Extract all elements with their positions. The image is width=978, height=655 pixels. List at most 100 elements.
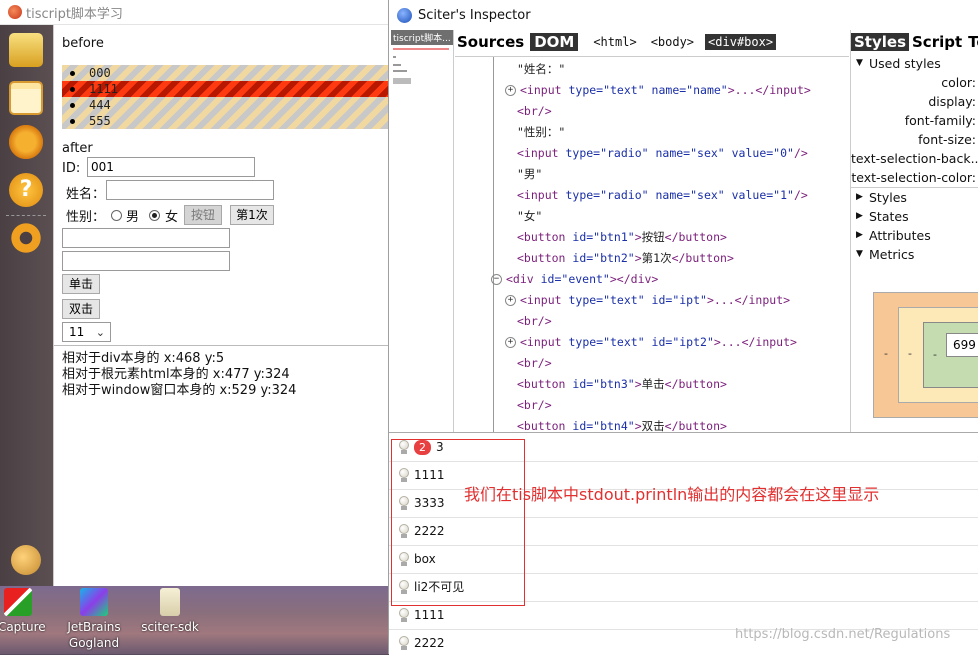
list-item[interactable]: 000 (62, 65, 389, 81)
log-line: 相对于window窗口本身的 x:529 y:324 (62, 383, 297, 398)
app-title-bar: tiscript脚本学习 (0, 0, 388, 25)
dom-node-row[interactable]: − <div id="event"></div> (491, 269, 658, 290)
dom-node-attr: id="event" (540, 272, 610, 286)
dom-node-row[interactable]: + <input type="text" id="ipt2">...</input… (505, 332, 797, 353)
lightbulb-icon (398, 580, 410, 594)
sex-radio-female[interactable] (149, 210, 160, 221)
dom-node-attr: type="text" id="ipt" (568, 293, 707, 307)
triangle-right-icon: ▶ (856, 230, 863, 240)
breadcrumb-html[interactable]: <html> (590, 34, 639, 50)
refresh-icon[interactable] (9, 125, 43, 159)
dom-node-tag: ></div> (609, 272, 659, 286)
gear-icon[interactable] (9, 221, 43, 255)
dom-node-row[interactable]: <button id="btn3">单击</button> (517, 374, 727, 395)
dom-node-row[interactable]: + <input type="text" id="ipt">...</input> (505, 290, 790, 311)
dom-node-attr: type="text" id="ipt2" (568, 335, 714, 349)
desktop-icon-sciter-sdk[interactable]: sciter-sdk (130, 586, 210, 635)
desktop-icon-scapture[interactable]: SCapture (0, 586, 58, 635)
dom-node-attr: id="btn4" (572, 419, 635, 433)
metrics-section[interactable]: ▼ Metrics (851, 245, 978, 264)
console-row[interactable]: box (389, 545, 978, 574)
dom-node-tag: <br/> (517, 356, 552, 370)
content-divider (54, 345, 389, 346)
console-message: 1111 (414, 608, 445, 622)
styles-section[interactable]: ▶ Styles (851, 188, 978, 207)
dom-node-attr: id="btn2" (572, 251, 635, 265)
number-select[interactable]: 11 ⌄ (62, 322, 111, 342)
padding-value: - (933, 348, 937, 361)
dom-node-tag: </button> (664, 419, 727, 433)
states-section[interactable]: ▶ States (851, 207, 978, 226)
expand-icon[interactable]: + (505, 295, 516, 306)
annotation-text: 我们在tis脚本中stdout.println输出的内容都会在这里显示 (464, 485, 880, 504)
dom-node-tag: <input (517, 146, 566, 160)
single-click-button[interactable]: 单击 (62, 274, 100, 294)
list-item-selected[interactable]: 1111 (62, 81, 389, 97)
console-text: 3333 (414, 489, 445, 517)
chevron-down-icon: ⌄ (95, 326, 105, 339)
app-logo-icon (8, 5, 22, 19)
list-item[interactable]: 555 (62, 113, 389, 129)
timer-icon[interactable] (11, 545, 41, 575)
console-text: 2222 (414, 629, 445, 655)
dom-node-tag: <button (517, 230, 573, 244)
attributes-section[interactable]: ▶ Attributes (851, 226, 978, 245)
dom-node-row[interactable]: <button id="btn1">按钮</button> (517, 227, 727, 248)
dom-node-row[interactable]: <button id="btn4">双击</button> (517, 416, 727, 433)
dom-node-tag: /> (793, 188, 808, 202)
style-prop: font-family: (904, 113, 976, 128)
tab-styles[interactable]: Styles (851, 33, 909, 51)
console-row[interactable]: li2不可见 (389, 573, 978, 602)
dom-node-tag: <input (520, 335, 569, 349)
expand-icon[interactable]: + (505, 85, 516, 96)
sciter-logo-icon (397, 7, 412, 23)
console-row[interactable]: 23 (389, 433, 978, 462)
console-message: 2222 (414, 636, 445, 650)
console-row[interactable]: 1111 (389, 601, 978, 630)
ipt2-input[interactable] (62, 251, 230, 271)
dom-node-row[interactable]: "姓名：" (517, 59, 565, 80)
desktop-icon-label: SCapture (0, 620, 46, 634)
ipt-input[interactable] (62, 228, 230, 248)
page-thumbnail[interactable]: tiscript脚本... (391, 30, 454, 432)
dom-node-row[interactable]: + <input type="text" name="name">...</inp… (505, 80, 811, 101)
dom-node-row[interactable]: <br/> (517, 311, 552, 332)
list-item[interactable]: 444 (62, 97, 389, 113)
tab-tests[interactable]: Tes (965, 33, 978, 51)
console-row[interactable]: 2222 (389, 517, 978, 546)
console-message: 3 (436, 440, 444, 454)
double-click-button[interactable]: 双击 (62, 299, 100, 319)
window-icon[interactable] (9, 81, 43, 115)
dom-node-text: 按钮 (641, 230, 665, 244)
expand-icon[interactable]: + (505, 337, 516, 348)
dom-node-row[interactable]: <br/> (517, 101, 552, 122)
btn2-button[interactable]: 第1次 (230, 205, 274, 225)
desktop-icon-gogland[interactable]: JetBrains Gogland (54, 586, 134, 651)
used-styles-section[interactable]: ▼ Used styles (851, 54, 978, 73)
dom-node-row[interactable]: <input type="radio" name="sex" value="1"… (517, 185, 808, 206)
breadcrumb-body[interactable]: <body> (648, 34, 697, 50)
dom-node-row[interactable]: <button id="btn2">第1次</button> (517, 248, 734, 269)
dom-node-text: 第1次 (641, 251, 672, 265)
margin-value: - (884, 347, 888, 360)
help-icon[interactable]: ? (9, 173, 43, 207)
dom-node-row[interactable]: "女" (517, 206, 542, 227)
folder-open-icon[interactable] (9, 33, 43, 67)
tab-dom[interactable]: DOM (530, 33, 579, 51)
dom-node-row[interactable]: <input type="radio" name="sex" value="0"… (517, 143, 808, 164)
dom-node-row[interactable]: <br/> (517, 353, 552, 374)
thumbnail-highlight (393, 48, 449, 50)
id-input[interactable]: 001 (87, 157, 255, 177)
dom-node-row[interactable]: <br/> (517, 395, 552, 416)
collapse-icon[interactable]: − (491, 274, 502, 285)
breadcrumb-div-box[interactable]: <div#box> (705, 34, 777, 50)
btn1-button[interactable]: 按钮 (184, 205, 222, 225)
lightbulb-icon (398, 608, 410, 622)
tab-script[interactable]: Script (909, 33, 965, 51)
name-input[interactable] (106, 180, 274, 200)
dom-node-row[interactable]: "男" (517, 164, 542, 185)
sex-radio-male[interactable] (111, 210, 122, 221)
dom-node-attr: id="btn3" (572, 377, 635, 391)
tab-sources[interactable]: Sources (455, 33, 526, 51)
dom-node-row[interactable]: "性别：" (517, 122, 565, 143)
